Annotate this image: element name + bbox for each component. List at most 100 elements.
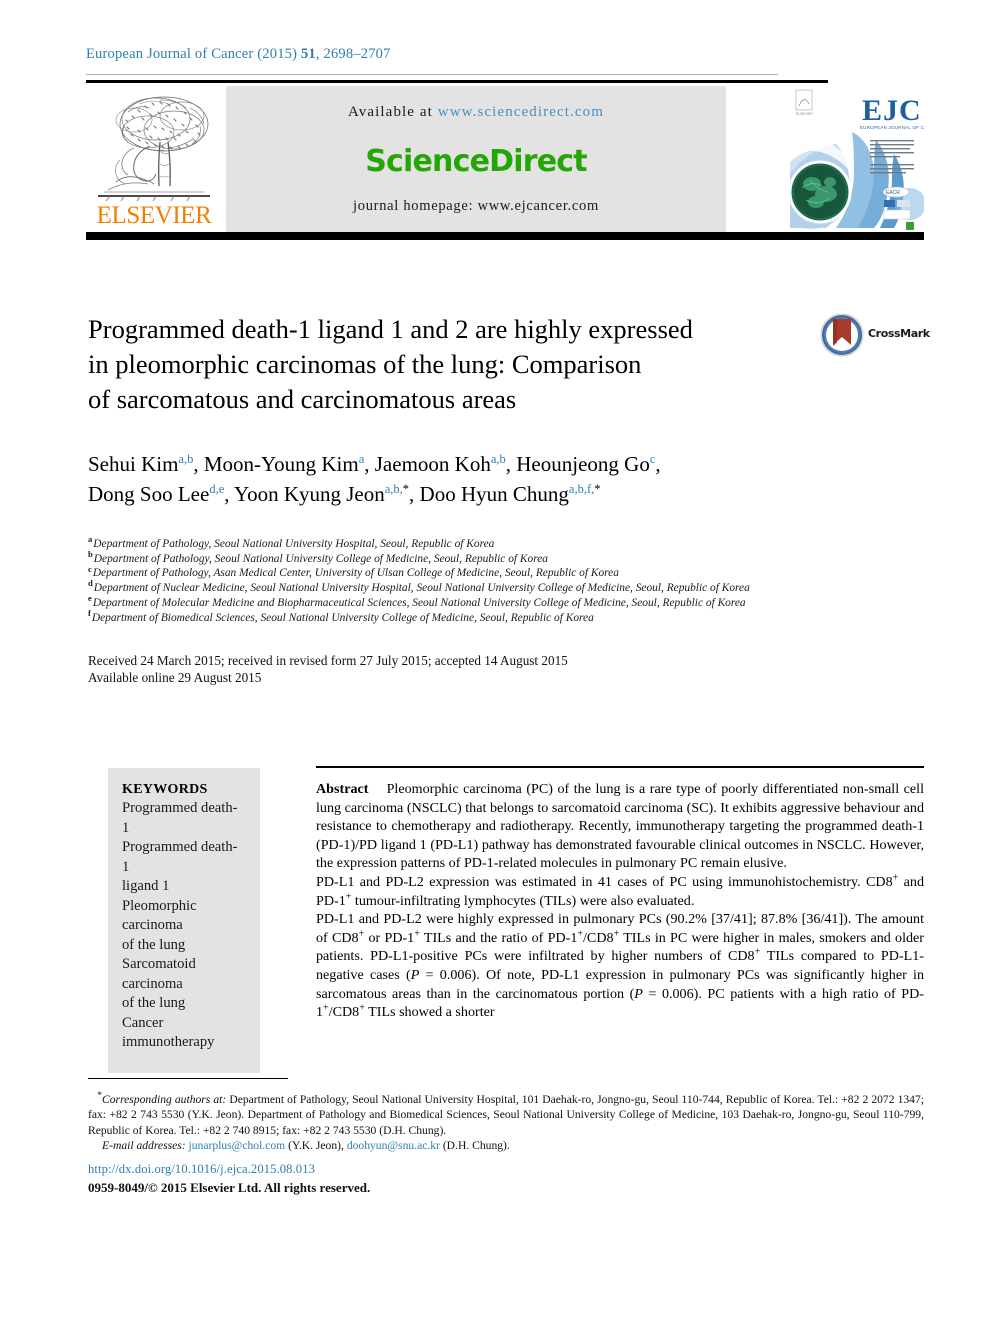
abstract-text-3c: TILs and the ratio of PD-1 xyxy=(419,929,578,946)
author-separator: , xyxy=(505,452,517,476)
abstract-text-3b: or PD-1 xyxy=(364,929,415,946)
abstract-text-3d: /CD8 xyxy=(583,929,614,946)
affiliation-item: fDepartment of Biomedical Sciences, Seou… xyxy=(88,607,918,626)
corresponding-author-marker: * xyxy=(594,482,601,496)
available-at-line: Available at www.sciencedirect.com xyxy=(226,104,726,121)
abstract-paragraph-2: PD-L1 and PD-L2 expression was estimated… xyxy=(316,873,924,910)
email-link-chung[interactable]: doohyun@snu.ac.kr xyxy=(347,1139,440,1152)
journal-masthead: ELSEVIER Available at www.sciencedirect.… xyxy=(86,80,924,240)
keyword-item: Pleomorphic carcinoma xyxy=(122,897,197,934)
footnote-section: *Corresponding authors at: Department of… xyxy=(88,1088,924,1153)
doi-link[interactable]: http://dx.doi.org/10.1016/j.ejca.2015.08… xyxy=(88,1162,315,1177)
email-owner-chung: (D.H. Chung). xyxy=(439,1139,510,1153)
keyword-item: Sarcomatoid carcinoma xyxy=(122,956,196,992)
email-label: E-mail addresses: xyxy=(102,1139,186,1153)
ejc-cover-image: EJC EUROPEAN JOURNAL OF CANCER EACR xyxy=(790,84,924,234)
masthead-bottom-rule xyxy=(86,232,924,240)
affiliation-mark: b xyxy=(88,548,93,559)
affiliation-mark: c xyxy=(88,563,92,574)
email-note: E-mail addresses: junarplus@chol.com (Y.… xyxy=(88,1138,924,1153)
affiliation-text: Department of Nuclear Medicine, Seoul Na… xyxy=(93,582,750,595)
author-affil-marks: a,b, xyxy=(384,482,403,496)
affiliation-item: bDepartment of Pathology, Seoul National… xyxy=(88,548,918,567)
footnote-divider xyxy=(88,1078,288,1079)
affiliation-text: Department of Pathology, Asan Medical Ce… xyxy=(92,567,619,580)
received-dates: Received 24 March 2015; received in revi… xyxy=(88,653,568,668)
author-line-2: Dong Soo Leed,e, Yoon Kyung Jeona,b, *, D… xyxy=(88,479,848,509)
article-first-page: European Journal of Cancer (2015) 51, 26… xyxy=(0,0,992,1323)
author-affil-marks: a,b xyxy=(490,452,506,466)
author-line-1: Sehui Kima,b, Moon-Young Kima, Jaemoon K… xyxy=(88,449,848,479)
crossmark-badge[interactable]: CrossMark xyxy=(820,313,930,357)
keywords-panel: KEYWORDS Programmed death-1 Programmed d… xyxy=(108,768,260,1073)
abstract-text-2c: tumour-infiltrating lymphocytes (TILs) w… xyxy=(351,892,695,909)
author-name: Moon-Young Kim xyxy=(203,452,359,476)
article-title: Programmed death-1 ligand 1 and 2 are hi… xyxy=(88,312,800,417)
author-name: Dong Soo Lee xyxy=(88,482,210,506)
abstract-text-1: Pleomorphic carcinoma (PC) of the lung i… xyxy=(316,781,924,872)
keyword-item: Programmed death-1 xyxy=(122,800,238,836)
author-separator: , xyxy=(364,452,375,476)
affiliation-item: eDepartment of Molecular Medicine and Bi… xyxy=(88,593,918,611)
author-separator: , xyxy=(224,482,234,506)
affiliation-list: aDepartment of Pathology, Seoul National… xyxy=(88,534,918,626)
author-separator: , xyxy=(655,452,661,476)
affiliation-mark: a xyxy=(88,534,93,545)
affiliation-mark: f xyxy=(88,607,91,618)
keyword-item: Cancer immunotherapy xyxy=(122,1014,215,1051)
affiliation-mark: e xyxy=(88,593,92,604)
keyword-item: ligand 1 xyxy=(122,878,170,894)
author-affil-marks: a,b,f, xyxy=(568,482,595,496)
abstract-section: Abstract Pleomorphic carcinoma (PC) of t… xyxy=(316,780,924,1022)
affiliation-item: aDepartment of Pathology, Seoul National… xyxy=(88,534,918,552)
affiliation-mark: d xyxy=(88,578,93,589)
abstract-text-3j: TILs showed a shorter xyxy=(364,1004,495,1021)
crossmark-icon[interactable] xyxy=(820,313,864,357)
available-online-date: Available online 29 August 2015 xyxy=(88,670,262,685)
running-head-volume: 51 xyxy=(300,46,316,62)
journal-homepage-line[interactable]: journal homepage: www.ejcancer.com xyxy=(226,198,726,215)
p-value-symbol: P xyxy=(634,985,643,1002)
abstract-top-rule xyxy=(316,766,924,768)
copyright-line: 0959-8049/© 2015 Elsevier Ltd. All right… xyxy=(88,1180,371,1195)
author-name: Yoon Kyung Jeon xyxy=(234,482,385,506)
email-owner-jeon: (Y.K. Jeon), xyxy=(285,1139,347,1153)
author-separator: , xyxy=(409,482,420,506)
author-name: Sehui Kim xyxy=(88,452,179,476)
sciencedirect-panel: Available at www.sciencedirect.com Scien… xyxy=(226,86,726,232)
header-divider xyxy=(86,74,778,75)
journal-running-head: European Journal of Cancer (2015) 51, 26… xyxy=(86,46,391,63)
corresponding-author-note: *Corresponding authors at: Department of… xyxy=(88,1088,924,1138)
author-separator: , xyxy=(193,452,204,476)
affiliation-item: dDepartment of Nuclear Medicine, Seoul N… xyxy=(88,578,918,596)
affiliation-text: Department of Pathology, Seoul National … xyxy=(93,552,548,565)
sciencedirect-url[interactable]: www.sciencedirect.com xyxy=(438,104,604,120)
crossmark-label: CrossMark xyxy=(868,327,930,340)
running-head-pages: , 2698–2707 xyxy=(315,46,391,62)
svg-text:ELSEVIER: ELSEVIER xyxy=(796,112,813,116)
affiliation-text: Department of Molecular Medicine and Bio… xyxy=(92,596,746,609)
affiliation-text: Department of Pathology, Seoul National … xyxy=(93,538,495,550)
elsevier-wordmark: ELSEVIER xyxy=(96,202,212,229)
author-name: Doo Hyun Chung xyxy=(419,482,569,506)
available-label: Available at xyxy=(347,104,438,120)
author-list: Sehui Kima,b, Moon-Young Kima, Jaemoon K… xyxy=(88,449,848,509)
running-head-prefix: European Journal of Cancer (2015) xyxy=(86,46,301,62)
abstract-text-2a: PD-L1 and PD-L2 expression was estimated… xyxy=(316,873,893,890)
article-history: Received 24 March 2015; received in revi… xyxy=(88,652,568,686)
masthead-top-rule xyxy=(86,80,828,83)
affiliation-item: cDepartment of Pathology, Asan Medical C… xyxy=(88,563,918,581)
abstract-paragraph-1: Abstract Pleomorphic carcinoma (PC) of t… xyxy=(316,780,924,873)
keyword-item: of the lung xyxy=(122,995,186,1011)
svg-text:EJC: EJC xyxy=(862,94,922,127)
journal-cover-thumbnail: EJC EUROPEAN JOURNAL OF CANCER EACR xyxy=(790,84,924,234)
author-name: Jaemoon Koh xyxy=(374,452,491,476)
email-link-jeon[interactable]: junarplus@chol.com xyxy=(189,1139,286,1152)
abstract-paragraph-3: PD-L1 and PD-L2 were highly expressed in… xyxy=(316,910,924,1022)
svg-text:EACR: EACR xyxy=(886,190,900,196)
article-title-line-2: in pleomorphic carcinomas of the lung: C… xyxy=(88,349,642,379)
elsevier-logo: ELSEVIER xyxy=(90,86,218,232)
article-title-line-1: Programmed death-1 ligand 1 and 2 are hi… xyxy=(88,314,693,344)
corresponding-label: Corresponding authors at: xyxy=(102,1092,227,1106)
keywords-heading: KEYWORDS xyxy=(122,782,208,797)
